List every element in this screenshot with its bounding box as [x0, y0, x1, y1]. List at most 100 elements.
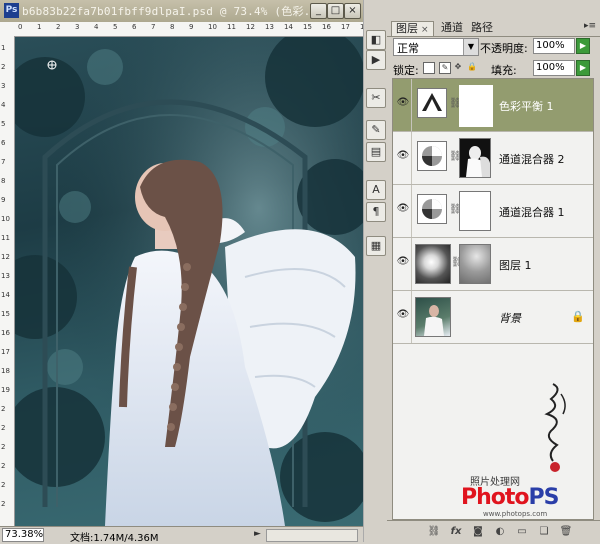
ruler-tick: 2 — [56, 23, 61, 31]
horizontal-scrollbar[interactable] — [266, 529, 358, 542]
ruler-tick: 8 — [1, 177, 6, 185]
opacity-field[interactable]: 100% — [533, 38, 575, 54]
lock-all-icon[interactable]: 🔒 — [467, 62, 477, 72]
layer-mask-thumbnail[interactable] — [459, 85, 493, 127]
layer-row-layer-1[interactable]: 👁 ⛓ 图层 1 — [393, 238, 593, 291]
link-layers-icon[interactable]: ⛓ — [427, 525, 441, 539]
layer-row-channel-mixer-2[interactable]: 👁 ⛓ 通道混合器 2 — [393, 132, 593, 185]
document-window: Ps b6b83b22fa7b01fbff9dlpaI.psd @ 73.4% … — [0, 0, 369, 544]
ruler-tick: 8 — [170, 23, 175, 31]
tab-paths[interactable]: 路径 — [467, 21, 497, 35]
ruler-tick: 13 — [265, 23, 274, 31]
layer-mask-thumbnail[interactable] — [459, 138, 491, 178]
ruler-tick: 14 — [1, 291, 10, 299]
eye-icon[interactable]: 👁 — [396, 96, 410, 110]
blend-mode-value: 正常 — [397, 42, 419, 55]
panel-tabs: 图层 × 通道 路径 ▸≡ — [387, 20, 600, 37]
tab-layers[interactable]: 图层 × — [391, 21, 434, 36]
eye-icon[interactable]: 👁 — [396, 255, 410, 269]
blend-mode-select[interactable]: 正常 ▼ — [393, 38, 479, 56]
ruler-tick: 5 — [1, 120, 6, 128]
ruler-top[interactable]: 0123456789101112131415161718 — [0, 22, 369, 37]
layer-style-fx-icon[interactable]: fx — [449, 525, 463, 539]
tool-strip: ◧ ▶ ✂ ✎ ▤ A ¶ ▦ — [363, 0, 388, 542]
ruler-tick: 9 — [189, 23, 194, 31]
character-icon[interactable]: A — [366, 180, 386, 200]
tab-layers-label: 图层 — [396, 22, 418, 35]
layer-mask-thumbnail[interactable] — [459, 191, 491, 231]
status-bar: 73.38% 文档:1.74M/4.36M ► — [0, 526, 363, 544]
eye-icon[interactable]: 👁 — [396, 308, 410, 322]
ruler-tick: 17 — [1, 348, 10, 356]
ruler-tick: 3 — [75, 23, 80, 31]
photoshop-icon: Ps — [4, 3, 19, 18]
angel-photo — [15, 37, 363, 526]
delete-layer-trash-icon[interactable]: 🗑 — [559, 525, 573, 539]
layer-row-color-balance[interactable]: 👁 ⛓ 色彩平衡 1 — [393, 79, 593, 132]
layers-list: 👁 ⛓ 色彩平衡 1 👁 ⛓ 通道混合器 2 👁 ⛓ 通道混合器 1 👁 ⛓ 图… — [392, 78, 594, 520]
eye-icon[interactable]: 👁 — [396, 149, 410, 163]
layer-row-channel-mixer-1[interactable]: 👁 ⛓ 通道混合器 1 — [393, 185, 593, 238]
document-titlebar[interactable]: Ps b6b83b22fa7b01fbff9dlpaI.psd @ 73.4% … — [0, 0, 363, 23]
lock-pixels-icon[interactable]: ✎ — [439, 62, 451, 74]
ruler-tick: 2 — [1, 405, 6, 413]
tab-channels[interactable]: 通道 — [437, 21, 467, 35]
new-group-folder-icon[interactable]: ▭ — [515, 525, 529, 539]
layer-name: 通道混合器 1 — [499, 206, 565, 219]
navigator-icon[interactable]: ◧ — [366, 30, 386, 50]
status-menu-arrow-icon[interactable]: ► — [254, 529, 261, 539]
document-canvas[interactable] — [15, 37, 363, 526]
ruler-tick: 0 — [18, 23, 23, 31]
clone-source-icon[interactable]: ▤ — [366, 142, 386, 162]
zoom-field[interactable]: 73.38% — [2, 528, 44, 542]
brushes-icon[interactable]: ✎ — [366, 120, 386, 140]
actions-play-icon[interactable]: ▶ — [366, 50, 386, 70]
new-adjustment-layer-icon[interactable]: ◐ — [493, 525, 507, 539]
layer-name: 图层 1 — [499, 259, 532, 272]
new-layer-icon[interactable]: ❑ — [537, 525, 551, 539]
eye-icon[interactable]: 👁 — [396, 202, 410, 216]
chevron-down-icon[interactable]: ▼ — [463, 39, 478, 55]
ruler-left[interactable]: 1 2 3 4 5 6 7 8 9 10 11 12 13 14 15 16 17 18 19 2 2 2 2 2 2 — [0, 36, 15, 526]
channel-mixer-adjustment-icon — [417, 194, 447, 224]
background-thumbnail[interactable] — [415, 297, 451, 337]
tab-close-icon[interactable]: × — [421, 25, 429, 35]
ruler-tick: 15 — [303, 23, 312, 31]
ruler-tick: 6 — [1, 139, 6, 147]
ruler-tick: 2 — [1, 424, 6, 432]
panel-menu-icon[interactable]: ▸≡ — [584, 21, 596, 31]
opacity-arrow-icon[interactable]: ▶ — [576, 38, 590, 54]
ruler-tick: 5 — [113, 23, 118, 31]
maximize-icon[interactable]: □ — [327, 3, 344, 19]
add-mask-icon[interactable]: ◙ — [471, 525, 485, 539]
eye-column-divider — [411, 291, 412, 343]
ruler-tick: 14 — [284, 23, 293, 31]
tool-presets-icon[interactable]: ✂ — [366, 88, 386, 108]
ruler-tick: 7 — [1, 158, 6, 166]
fill-field[interactable]: 100% — [533, 60, 575, 76]
ruler-tick: 19 — [1, 386, 10, 394]
panel-bottom-bar: ⛓ fx ◙ ◐ ▭ ❑ 🗑 — [387, 520, 600, 543]
channel-mixer-adjustment-icon — [417, 141, 447, 171]
lock-position-icon[interactable]: ✥ — [453, 62, 463, 72]
layer-comps-icon[interactable]: ▦ — [366, 236, 386, 256]
ruler-tick: 3 — [1, 82, 6, 90]
layer-name: 色彩平衡 1 — [499, 100, 554, 113]
layer-row-background[interactable]: 👁 背景 🔒 — [393, 291, 593, 344]
ruler-tick: 12 — [1, 253, 10, 261]
eye-column-divider — [411, 238, 412, 290]
ruler-tick: 16 — [322, 23, 331, 31]
ruler-tick: 18 — [1, 367, 10, 375]
layer-mask-thumbnail[interactable] — [459, 244, 491, 284]
layer-thumbnail[interactable] — [415, 244, 451, 284]
lock-transparency-icon[interactable] — [423, 62, 435, 74]
ruler-tick: 10 — [208, 23, 217, 31]
ruler-tick: 15 — [1, 310, 10, 318]
minimize-icon[interactable]: _ — [310, 3, 327, 19]
ruler-tick: 1 — [1, 44, 6, 52]
lock-icon: 🔒 — [571, 310, 585, 323]
fill-arrow-icon[interactable]: ▶ — [576, 60, 590, 76]
paragraph-icon[interactable]: ¶ — [366, 202, 386, 222]
ruler-tick: 17 — [341, 23, 350, 31]
close-icon[interactable]: × — [344, 3, 361, 19]
